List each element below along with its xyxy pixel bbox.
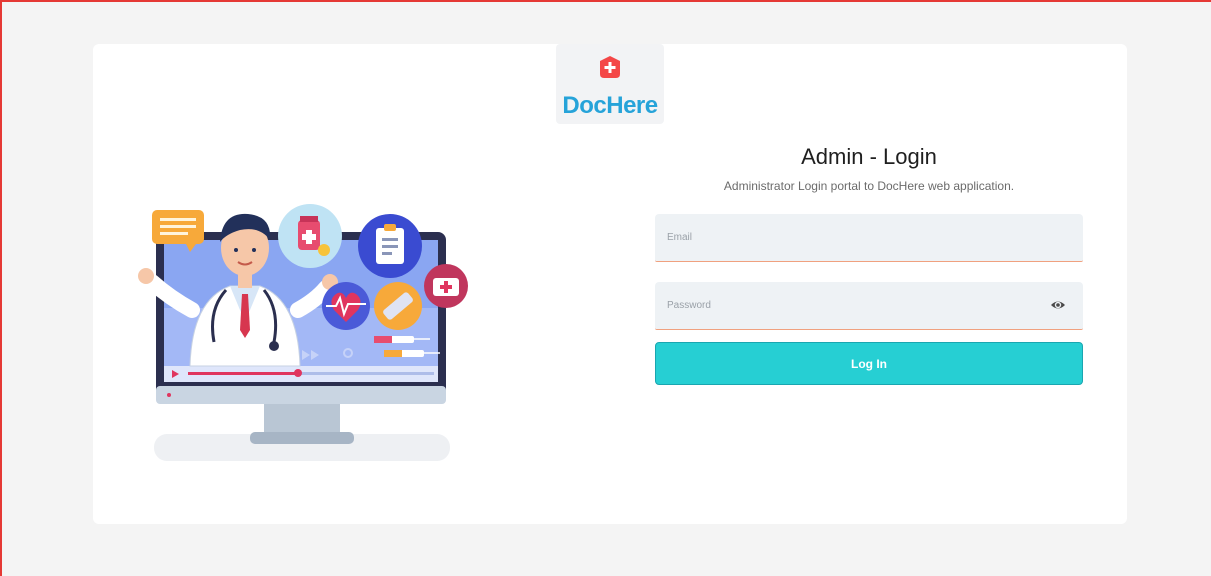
login-button[interactable]: Log In [655, 342, 1083, 385]
password-input[interactable] [655, 282, 1083, 330]
email-input[interactable] [655, 214, 1083, 262]
brand-logo: DocHere [556, 44, 664, 124]
eye-icon[interactable] [1050, 297, 1066, 313]
brand-name: DocHere [562, 92, 658, 119]
page-title: Admin - Login [801, 144, 937, 169]
page-subtitle: Administrator Login portal to DocHere we… [723, 179, 1015, 193]
doctor-monitor-illustration [138, 204, 468, 461]
medical-plus-icon [600, 56, 620, 78]
